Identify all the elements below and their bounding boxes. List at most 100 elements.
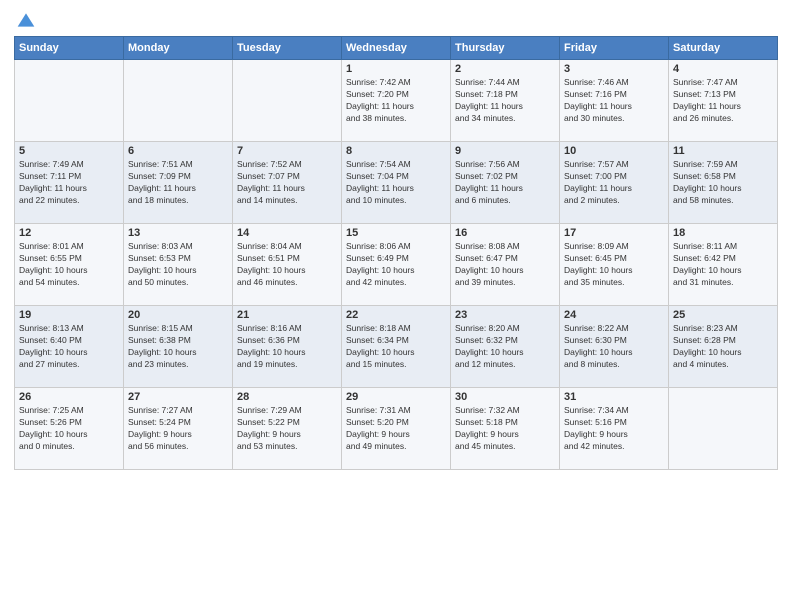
day-info: Sunrise: 7:34 AM Sunset: 5:16 PM Dayligh…	[564, 405, 664, 453]
calendar-cell: 2 Sunrise: 7:44 AM Sunset: 7:18 PM Daylig…	[451, 60, 560, 142]
calendar-cell: 6Sunrise: 7:51 AM Sunset: 7:09 PM Daylig…	[124, 142, 233, 224]
calendar-cell: 15Sunrise: 8:06 AM Sunset: 6:49 PM Dayli…	[342, 224, 451, 306]
day-info: Sunrise: 7:25 AM Sunset: 5:26 PM Dayligh…	[19, 405, 119, 453]
day-number: 31	[564, 391, 664, 403]
day-info: Sunrise: 8:23 AM Sunset: 6:28 PM Dayligh…	[673, 323, 773, 371]
day-info: Sunrise: 7:31 AM Sunset: 5:20 PM Dayligh…	[346, 405, 446, 453]
day-number: 7	[237, 145, 337, 157]
day-number: 12	[19, 227, 119, 239]
logo	[14, 10, 36, 30]
day-number: 19	[19, 309, 119, 321]
day-number: 26	[19, 391, 119, 403]
day-info: Sunrise: 7:27 AM Sunset: 5:24 PM Dayligh…	[128, 405, 228, 453]
weekday-header-wednesday: Wednesday	[342, 37, 451, 60]
calendar-cell: 12 Sunrise: 8:01 AM Sunset: 6:55 PM Dayli…	[15, 224, 124, 306]
calendar-cell: 18Sunrise: 8:11 AM Sunset: 6:42 PM Dayli…	[669, 224, 778, 306]
day-info: Sunrise: 8:20 AM Sunset: 6:32 PM Dayligh…	[455, 323, 555, 371]
weekday-header-saturday: Saturday	[669, 37, 778, 60]
day-number: 9	[455, 145, 555, 157]
week-row-5: 26 Sunrise: 7:25 AM Sunset: 5:26 PM Dayli…	[15, 388, 778, 470]
calendar-cell	[669, 388, 778, 470]
weekday-header-friday: Friday	[560, 37, 669, 60]
day-info: Sunrise: 7:44 AM Sunset: 7:18 PM Dayligh…	[455, 77, 555, 125]
day-info: Sunrise: 8:06 AM Sunset: 6:49 PM Dayligh…	[346, 241, 446, 289]
day-info: Sunrise: 7:46 AM Sunset: 7:16 PM Dayligh…	[564, 77, 664, 125]
calendar-cell: 22Sunrise: 8:18 AM Sunset: 6:34 PM Dayli…	[342, 306, 451, 388]
day-info: Sunrise: 8:11 AM Sunset: 6:42 PM Dayligh…	[673, 241, 773, 289]
calendar-cell: 1 Sunrise: 7:42 AM Sunset: 7:20 PM Daylig…	[342, 60, 451, 142]
day-number: 20	[128, 309, 228, 321]
day-info: Sunrise: 8:01 AM Sunset: 6:55 PM Dayligh…	[19, 241, 119, 289]
calendar-cell: 27 Sunrise: 7:27 AM Sunset: 5:24 PM Dayli…	[124, 388, 233, 470]
calendar-cell: 17 Sunrise: 8:09 AM Sunset: 6:45 PM Dayli…	[560, 224, 669, 306]
day-number: 23	[455, 309, 555, 321]
day-info: Sunrise: 7:47 AM Sunset: 7:13 PM Dayligh…	[673, 77, 773, 125]
day-info: Sunrise: 8:16 AM Sunset: 6:36 PM Dayligh…	[237, 323, 337, 371]
day-info: Sunrise: 7:49 AM Sunset: 7:11 PM Dayligh…	[19, 159, 119, 207]
day-info: Sunrise: 8:22 AM Sunset: 6:30 PM Dayligh…	[564, 323, 664, 371]
day-number: 13	[128, 227, 228, 239]
day-number: 11	[673, 145, 773, 157]
calendar-cell: 7Sunrise: 7:52 AM Sunset: 7:07 PM Daylig…	[233, 142, 342, 224]
calendar-cell: 30 Sunrise: 7:32 AM Sunset: 5:18 PM Dayli…	[451, 388, 560, 470]
day-number: 6	[128, 145, 228, 157]
calendar-cell: 10Sunrise: 7:57 AM Sunset: 7:00 PM Dayli…	[560, 142, 669, 224]
day-number: 10	[564, 145, 664, 157]
calendar-cell: 13Sunrise: 8:03 AM Sunset: 6:53 PM Dayli…	[124, 224, 233, 306]
calendar-cell: 29 Sunrise: 7:31 AM Sunset: 5:20 PM Dayli…	[342, 388, 451, 470]
day-number: 17	[564, 227, 664, 239]
day-number: 14	[237, 227, 337, 239]
calendar-cell: 19 Sunrise: 8:13 AM Sunset: 6:40 PM Dayli…	[15, 306, 124, 388]
day-number: 2	[455, 63, 555, 75]
header	[14, 10, 778, 30]
calendar-cell: 16 Sunrise: 8:08 AM Sunset: 6:47 PM Dayli…	[451, 224, 560, 306]
calendar-cell: 3 Sunrise: 7:46 AM Sunset: 7:16 PM Daylig…	[560, 60, 669, 142]
weekday-header-thursday: Thursday	[451, 37, 560, 60]
day-number: 30	[455, 391, 555, 403]
day-number: 28	[237, 391, 337, 403]
calendar-cell: 9 Sunrise: 7:56 AM Sunset: 7:02 PM Daylig…	[451, 142, 560, 224]
weekday-header-tuesday: Tuesday	[233, 37, 342, 60]
day-info: Sunrise: 8:15 AM Sunset: 6:38 PM Dayligh…	[128, 323, 228, 371]
day-info: Sunrise: 8:09 AM Sunset: 6:45 PM Dayligh…	[564, 241, 664, 289]
day-info: Sunrise: 7:29 AM Sunset: 5:22 PM Dayligh…	[237, 405, 337, 453]
calendar-cell	[15, 60, 124, 142]
day-number: 24	[564, 309, 664, 321]
calendar-cell	[233, 60, 342, 142]
calendar-cell: 11 Sunrise: 7:59 AM Sunset: 6:58 PM Dayli…	[669, 142, 778, 224]
calendar-table: SundayMondayTuesdayWednesdayThursdayFrid…	[14, 36, 778, 470]
day-number: 3	[564, 63, 664, 75]
day-info: Sunrise: 8:08 AM Sunset: 6:47 PM Dayligh…	[455, 241, 555, 289]
page: SundayMondayTuesdayWednesdayThursdayFrid…	[0, 0, 792, 612]
day-number: 25	[673, 309, 773, 321]
calendar-cell: 21 Sunrise: 8:16 AM Sunset: 6:36 PM Dayli…	[233, 306, 342, 388]
calendar-cell: 24 Sunrise: 8:22 AM Sunset: 6:30 PM Dayli…	[560, 306, 669, 388]
calendar-cell	[124, 60, 233, 142]
day-info: Sunrise: 7:54 AM Sunset: 7:04 PM Dayligh…	[346, 159, 446, 207]
day-number: 21	[237, 309, 337, 321]
calendar-cell: 14Sunrise: 8:04 AM Sunset: 6:51 PM Dayli…	[233, 224, 342, 306]
day-number: 22	[346, 309, 446, 321]
weekday-header-sunday: Sunday	[15, 37, 124, 60]
weekday-header-row: SundayMondayTuesdayWednesdayThursdayFrid…	[15, 37, 778, 60]
calendar-cell: 25 Sunrise: 8:23 AM Sunset: 6:28 PM Dayli…	[669, 306, 778, 388]
calendar-cell: 26 Sunrise: 7:25 AM Sunset: 5:26 PM Dayli…	[15, 388, 124, 470]
week-row-3: 12 Sunrise: 8:01 AM Sunset: 6:55 PM Dayli…	[15, 224, 778, 306]
day-number: 5	[19, 145, 119, 157]
calendar-cell: 8Sunrise: 7:54 AM Sunset: 7:04 PM Daylig…	[342, 142, 451, 224]
day-number: 29	[346, 391, 446, 403]
day-info: Sunrise: 7:59 AM Sunset: 6:58 PM Dayligh…	[673, 159, 773, 207]
day-number: 4	[673, 63, 773, 75]
calendar-cell: 23 Sunrise: 8:20 AM Sunset: 6:32 PM Dayli…	[451, 306, 560, 388]
weekday-header-monday: Monday	[124, 37, 233, 60]
day-number: 16	[455, 227, 555, 239]
calendar-cell: 20 Sunrise: 8:15 AM Sunset: 6:38 PM Dayli…	[124, 306, 233, 388]
week-row-4: 19 Sunrise: 8:13 AM Sunset: 6:40 PM Dayli…	[15, 306, 778, 388]
day-info: Sunrise: 8:13 AM Sunset: 6:40 PM Dayligh…	[19, 323, 119, 371]
day-info: Sunrise: 7:56 AM Sunset: 7:02 PM Dayligh…	[455, 159, 555, 207]
day-number: 1	[346, 63, 446, 75]
day-number: 27	[128, 391, 228, 403]
day-info: Sunrise: 7:42 AM Sunset: 7:20 PM Dayligh…	[346, 77, 446, 125]
calendar-cell: 4 Sunrise: 7:47 AM Sunset: 7:13 PM Daylig…	[669, 60, 778, 142]
day-info: Sunrise: 7:32 AM Sunset: 5:18 PM Dayligh…	[455, 405, 555, 453]
